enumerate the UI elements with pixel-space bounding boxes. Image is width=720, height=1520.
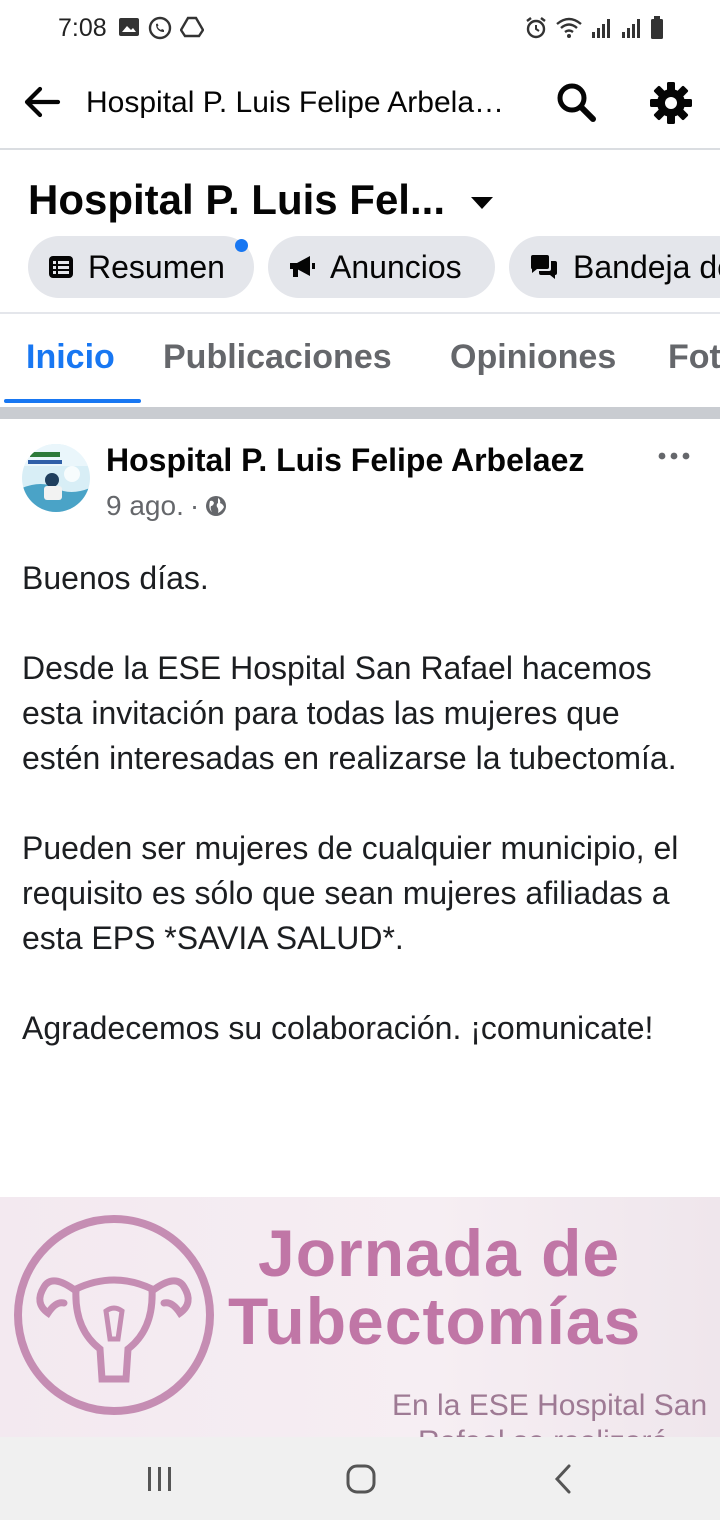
chip-anuncios-label: Anuncios [330, 248, 462, 285]
back-chevron-icon [554, 1464, 571, 1493]
recent-apps-icon [148, 1466, 171, 1491]
active-tab-indicator [4, 399, 141, 403]
globe-icon [206, 496, 227, 516]
back-arrow-icon[interactable] [20, 80, 64, 124]
messages-icon [531, 255, 557, 279]
chip-resumen[interactable]: Resumen [28, 236, 254, 298]
status-system-icons [524, 16, 664, 40]
caret-down-icon[interactable] [468, 188, 496, 216]
notification-dot [235, 239, 248, 252]
image-subtitle-2: Rafael se realizará [418, 1425, 668, 1437]
chip-resumen-label: Resumen [88, 248, 225, 285]
app-bar: Hospital P. Luis Felipe Arbela… [0, 58, 720, 150]
post-paragraph: Desde la ESE Hospital San Rafael hacemos… [22, 650, 677, 776]
image-title: Jornada de Tubectomías [228, 1219, 641, 1355]
battery-icon [651, 16, 663, 39]
image-subtitle: En la ESE Hospital San [392, 1389, 708, 1422]
home-icon [346, 1464, 376, 1493]
signal-icon-2 [622, 19, 640, 38]
tab-inicio[interactable]: Inicio [26, 338, 115, 377]
avatar-image [22, 444, 90, 512]
whatsapp-icon [148, 16, 172, 40]
uterus-logo-icon [14, 1215, 214, 1415]
app-bar-title: Hospital P. Luis Felipe Arbela… [86, 86, 505, 119]
post-meta: 9 ago. · [106, 490, 227, 522]
search-icon[interactable] [554, 80, 598, 124]
post-text: Buenos días. Desde la ESE Hospital San R… [22, 556, 702, 1051]
post-date[interactable]: 9 ago. [106, 490, 184, 522]
megaphone-icon [290, 256, 315, 277]
chip-bandeja[interactable]: Bandeja de [509, 236, 720, 298]
signal-icon [592, 19, 610, 38]
meta-separator: · [189, 490, 200, 521]
post-paragraph: Buenos días. [22, 560, 209, 596]
avatar[interactable] [22, 444, 90, 512]
more-options-icon[interactable] [654, 446, 694, 466]
tab-fotos[interactable]: Fot [668, 338, 720, 377]
post-paragraph: Pueden ser mujeres de cualquier municipi… [22, 830, 679, 956]
home-button[interactable] [316, 1437, 406, 1520]
wifi-icon [556, 17, 582, 38]
status-time: 7:08 [58, 14, 107, 42]
post-paragraph: Agradecemos su colaboración. ¡comunicate… [22, 1010, 654, 1046]
recent-apps-button[interactable] [115, 1437, 205, 1520]
back-button[interactable] [518, 1437, 608, 1520]
post-author[interactable]: Hospital P. Luis Felipe Arbelaez [106, 442, 584, 479]
tab-publicaciones[interactable]: Publicaciones [163, 338, 392, 377]
list-icon [49, 256, 73, 278]
divider [0, 312, 720, 314]
drive-icon [180, 16, 204, 38]
chip-anuncios[interactable]: Anuncios [268, 236, 495, 298]
image-title-line1: Jornada de [258, 1216, 621, 1290]
image-title-line2: Tubectomías [228, 1284, 642, 1358]
gallery-icon [119, 18, 139, 36]
status-bar: 7:08 [0, 0, 720, 58]
system-nav-bar [0, 1437, 720, 1520]
status-notification-icons [118, 16, 204, 40]
tab-opiniones[interactable]: Opiniones [450, 338, 616, 377]
gear-icon[interactable] [648, 80, 694, 126]
alarm-icon [526, 17, 546, 39]
post-image[interactable]: Jornada de Tubectomías En la ESE Hospita… [0, 1197, 720, 1437]
page-name[interactable]: Hospital P. Luis Fel... [28, 176, 445, 224]
section-divider [0, 407, 720, 419]
chip-bandeja-label: Bandeja de [573, 248, 720, 285]
